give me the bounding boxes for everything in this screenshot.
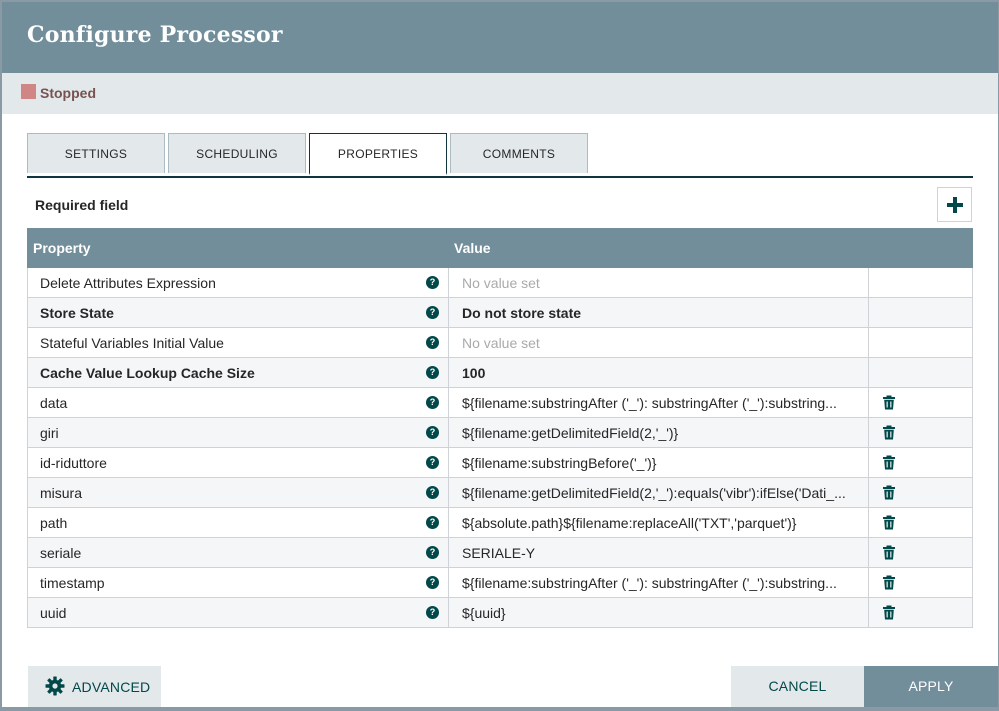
property-name: seriale [40,545,82,561]
property-column-header: Property [33,240,91,256]
status-text: Stopped [40,85,96,101]
property-name: path [40,515,68,531]
property-value: SERIALE-Y [462,545,536,561]
help-icon[interactable]: ? [426,486,439,499]
property-value-cell[interactable]: Do not store state [448,298,869,327]
tab-settings[interactable]: SETTINGS [27,133,165,173]
trash-icon[interactable] [882,575,896,590]
configure-processor-dialog: Configure Processor Stopped SETTINGS SCH… [2,2,998,707]
table-row: id-riduttore? ${filename:substringBefore(… [27,448,973,478]
help-icon[interactable]: ? [426,546,439,559]
help-icon[interactable]: ? [426,576,439,589]
table-row: Cache Value Lookup Cache Size? 100 [27,358,973,388]
table-row: data? ${filename:substringAfter ('_'): su… [27,388,973,418]
table-row: Store State? Do not store state [27,298,973,328]
property-value-cell[interactable]: ${filename:getDelimitedField(2,'_')} [448,418,869,447]
property-value-cell[interactable]: ${filename:substringBefore('_')} [448,448,869,477]
help-icon[interactable]: ? [426,516,439,529]
tab-scheduling[interactable]: SCHEDULING [168,133,306,173]
property-value-cell[interactable]: ${absolute.path}${filename:replaceAll('T… [448,508,869,537]
property-name: Store State [40,305,114,321]
help-icon[interactable]: ? [426,276,439,289]
table-row: Stateful Variables Initial Value? No valu… [27,328,973,358]
property-name: misura [40,485,83,501]
stopped-icon [21,84,36,99]
help-icon[interactable]: ? [426,426,439,439]
dialog-header: Configure Processor [2,2,998,73]
property-name: Cache Value Lookup Cache Size [40,365,255,381]
property-value-cell[interactable]: ${filename:substringAfter ('_'): substri… [448,388,869,417]
status-bar: Stopped [2,73,998,114]
property-value-cell[interactable]: No value set [448,268,869,297]
property-value-cell[interactable]: ${uuid} [448,598,869,627]
tab-properties[interactable]: PROPERTIES [309,133,447,175]
property-value: ${filename:getDelimitedField(2,'_')} [462,425,679,441]
property-value-cell[interactable]: SERIALE-Y [448,538,869,567]
help-icon[interactable]: ? [426,336,439,349]
trash-icon[interactable] [882,545,896,560]
property-value: No value set [462,335,540,351]
trash-icon[interactable] [882,605,896,620]
add-property-button[interactable] [937,187,972,222]
tab-bar: SETTINGS SCHEDULING PROPERTIES COMMENTS [27,133,973,178]
plus-icon [947,197,963,213]
property-name: giri [40,425,59,441]
value-column-header: Value [454,240,491,256]
help-icon[interactable]: ? [426,306,439,319]
trash-icon[interactable] [882,425,896,440]
property-value: 100 [462,365,486,381]
table-row: misura? ${filename:getDelimitedField(2,'_… [27,478,973,508]
property-value: ${uuid} [462,605,506,621]
table-row: timestamp? ${filename:substringAfter ('_'… [27,568,973,598]
trash-icon[interactable] [882,395,896,410]
advanced-button[interactable]: ADVANCED [28,666,161,707]
apply-button[interactable]: APPLY [864,666,998,707]
trash-icon[interactable] [882,455,896,470]
property-value: ${filename:getDelimitedField(2,'_'):equa… [462,485,846,501]
help-icon[interactable]: ? [426,606,439,619]
property-value-cell[interactable]: No value set [448,328,869,357]
property-value: ${filename:substringBefore('_')} [462,455,657,471]
property-name: data [40,395,68,411]
cancel-button[interactable]: CANCEL [731,666,864,707]
required-field-label: Required field [35,197,129,213]
property-value-cell[interactable]: ${filename:substringAfter ('_'): substri… [448,568,869,597]
property-value-cell[interactable]: 100 [448,358,869,387]
trash-icon[interactable] [882,485,896,500]
trash-icon[interactable] [882,515,896,530]
property-name: timestamp [40,575,105,591]
properties-table-body: Delete Attributes Expression? No value se… [27,268,973,628]
property-name: id-riduttore [40,455,107,471]
help-icon[interactable]: ? [426,366,439,379]
advanced-label: ADVANCED [72,679,151,695]
tab-comments[interactable]: COMMENTS [450,133,588,173]
table-row: Delete Attributes Expression? No value se… [27,268,973,298]
property-value: ${absolute.path}${filename:replaceAll('T… [462,515,797,531]
table-row: giri? ${filename:getDelimitedField(2,'_')… [27,418,973,448]
help-icon[interactable]: ? [426,396,439,409]
property-name: uuid [40,605,67,621]
table-row: path? ${absolute.path}${filename:replaceA… [27,508,973,538]
property-value-cell[interactable]: ${filename:getDelimitedField(2,'_'):equa… [448,478,869,507]
dialog-title: Configure Processor [27,22,283,48]
property-value: ${filename:substringAfter ('_'): substri… [462,575,837,591]
property-value: No value set [462,275,540,291]
table-row: seriale? SERIALE-Y [27,538,973,568]
property-value: Do not store state [462,305,582,321]
table-row: uuid? ${uuid} [27,598,973,628]
property-name: Delete Attributes Expression [40,275,216,291]
properties-table-header: Property Value [27,228,973,268]
gear-icon [45,676,65,696]
property-name: Stateful Variables Initial Value [40,335,224,351]
help-icon[interactable]: ? [426,456,439,469]
property-value: ${filename:substringAfter ('_'): substri… [462,395,837,411]
